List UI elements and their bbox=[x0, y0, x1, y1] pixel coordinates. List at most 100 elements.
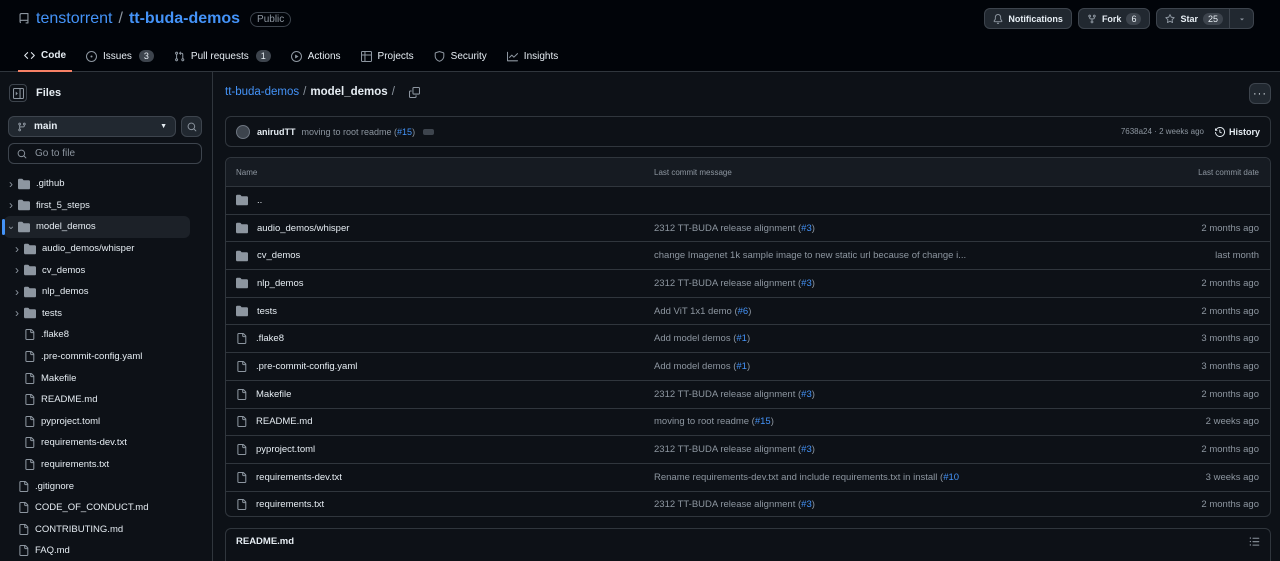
tab-insights-label: Insights bbox=[523, 50, 559, 62]
file-icon bbox=[236, 499, 247, 511]
tree-item[interactable]: .gitignore bbox=[4, 475, 190, 497]
tree-item[interactable]: requirements-dev.txt bbox=[4, 432, 190, 454]
commit-pr-link[interactable]: #3 bbox=[801, 223, 812, 234]
tab-code[interactable]: Code bbox=[18, 44, 72, 72]
file-icon bbox=[18, 502, 29, 514]
tab-security[interactable]: Security bbox=[428, 44, 493, 68]
folder-link[interactable]: cv_demos bbox=[236, 250, 300, 262]
folder-link[interactable]: nlp_demos bbox=[236, 277, 303, 289]
file-link[interactable]: Makefile bbox=[236, 388, 291, 400]
tree-item[interactable]: CONTRIBUTING.md bbox=[4, 519, 190, 541]
tab-projects[interactable]: Projects bbox=[355, 44, 420, 68]
tree-item[interactable]: .pre-commit-config.yaml bbox=[4, 346, 190, 368]
commit-message-link[interactable]: change Imagenet 1k sample image to new s… bbox=[654, 250, 966, 261]
chevron-right-icon[interactable]: › bbox=[10, 242, 24, 256]
commit-message-link[interactable]: Rename requirements-dev.txt and include … bbox=[654, 472, 959, 483]
file-link[interactable]: .pre-commit-config.yaml bbox=[236, 360, 357, 372]
repo-owner-link[interactable]: tenstorrent bbox=[36, 10, 112, 28]
tree-item[interactable]: › audio_demos/whisper bbox=[4, 238, 190, 260]
commit-message-link[interactable]: 2312 TT-BUDA release alignment (#3) bbox=[654, 389, 815, 400]
notifications-button[interactable]: Notifications bbox=[984, 8, 1072, 29]
commit-pr-link[interactable]: #3 bbox=[801, 389, 812, 400]
collapse-sidebar-button[interactable] bbox=[9, 84, 27, 102]
history-button[interactable]: History bbox=[1214, 127, 1260, 137]
tree-item[interactable]: › first_5_steps bbox=[4, 195, 190, 217]
commit-message-link[interactable]: 2312 TT-BUDA release alignment (#3) bbox=[654, 223, 815, 234]
file-icon bbox=[18, 480, 29, 492]
chevron-right-icon[interactable]: › bbox=[10, 263, 24, 277]
tab-actions-label: Actions bbox=[307, 50, 341, 62]
star-button[interactable]: Star 25 bbox=[1156, 8, 1230, 29]
tree-item[interactable]: › nlp_demos bbox=[4, 281, 190, 303]
commit-pr-link[interactable]: #1 bbox=[736, 333, 747, 344]
star-list-dropdown[interactable] bbox=[1230, 8, 1254, 29]
parent-directory[interactable]: .. bbox=[236, 194, 262, 206]
file-link[interactable]: pyproject.toml bbox=[236, 444, 315, 456]
branch-selector[interactable]: main ▼ bbox=[8, 116, 176, 137]
search-files-button[interactable] bbox=[181, 116, 202, 137]
tree-item[interactable]: ⌄ model_demos bbox=[2, 216, 190, 238]
tree-item[interactable]: Makefile bbox=[4, 367, 190, 389]
file-link[interactable]: .flake8 bbox=[236, 333, 284, 345]
commit-sha-time[interactable]: 7638a24 · 2 weeks ago bbox=[1121, 127, 1204, 136]
tab-issues[interactable]: Issues 3 bbox=[80, 44, 160, 68]
repo-name-link[interactable]: tt-buda-demos bbox=[129, 10, 240, 28]
commit-pr-link[interactable]: #10 bbox=[943, 472, 959, 483]
tree-item[interactable]: FAQ.md bbox=[4, 540, 190, 561]
commit-pr-link[interactable]: #3 bbox=[801, 444, 812, 455]
tree-item[interactable]: requirements.txt bbox=[4, 454, 190, 476]
readme-title[interactable]: README.md bbox=[236, 536, 294, 547]
file-link[interactable]: requirements-dev.txt bbox=[236, 471, 342, 483]
commit-message-link[interactable]: Add ViT 1x1 demo (#6) bbox=[654, 306, 751, 317]
chevron-right-icon[interactable]: › bbox=[10, 306, 24, 320]
commit-author[interactable]: anirudTT bbox=[257, 127, 296, 137]
commit-pr-link[interactable]: #15 bbox=[755, 416, 771, 427]
commit-message-link[interactable]: 2312 TT-BUDA release alignment (#3) bbox=[654, 278, 815, 289]
tree-item[interactable]: .flake8 bbox=[4, 324, 190, 346]
chevron-right-icon[interactable]: › bbox=[10, 285, 24, 299]
folder-icon bbox=[24, 286, 36, 298]
tab-insights[interactable]: Insights bbox=[501, 44, 564, 68]
tree-item[interactable]: › .github bbox=[4, 173, 190, 195]
copy-path-icon[interactable] bbox=[408, 86, 420, 98]
file-link[interactable]: requirements.txt bbox=[236, 499, 324, 511]
more-options-button[interactable]: ··· bbox=[1249, 83, 1271, 104]
commit-message-link[interactable]: Add model demos (#1) bbox=[654, 333, 750, 344]
chevron-right-icon[interactable]: › bbox=[4, 177, 18, 191]
parent-directory-row[interactable]: .. bbox=[226, 186, 1270, 214]
avatar[interactable] bbox=[236, 124, 250, 139]
commit-message-end: ) bbox=[811, 222, 815, 234]
commit-pr-link[interactable]: #6 bbox=[738, 306, 749, 317]
tree-item[interactable]: README.md bbox=[4, 389, 190, 411]
expand-commit-message-button[interactable] bbox=[423, 128, 435, 135]
files-title: Files bbox=[36, 87, 62, 99]
table-row: .flake8 Add model demos (#1) 3 months ago bbox=[226, 324, 1270, 352]
tree-item[interactable]: › tests bbox=[4, 303, 190, 325]
commit-pr-link[interactable]: #15 bbox=[397, 127, 412, 137]
commit-pr-link[interactable]: #1 bbox=[736, 361, 747, 372]
chevron-down-icon[interactable]: ⌄ bbox=[4, 221, 18, 232]
commit-message[interactable]: moving to root readme (#15) bbox=[302, 127, 416, 137]
tree-item[interactable]: CODE_OF_CONDUCT.md bbox=[4, 497, 190, 519]
commit-pr-link[interactable]: #3 bbox=[801, 499, 812, 510]
tree-item[interactable]: › cv_demos bbox=[4, 259, 190, 281]
folder-link[interactable]: tests bbox=[236, 305, 277, 317]
tab-actions[interactable]: Actions bbox=[285, 44, 347, 68]
commit-pr-link[interactable]: #3 bbox=[801, 278, 812, 289]
folder-link[interactable]: audio_demos/whisper bbox=[236, 222, 349, 234]
tab-pull-requests[interactable]: Pull requests 1 bbox=[168, 44, 277, 68]
list-unordered-icon[interactable] bbox=[1249, 536, 1260, 547]
commit-message-text: Add model demos ( bbox=[654, 360, 737, 372]
file-link[interactable]: README.md bbox=[236, 416, 312, 428]
commit-message-link[interactable]: Add model demos (#1) bbox=[654, 361, 750, 372]
chevron-right-icon[interactable]: › bbox=[4, 198, 18, 212]
branch-name: main bbox=[34, 121, 58, 132]
go-to-file-input[interactable]: Go to file bbox=[8, 143, 202, 164]
commit-message-link[interactable]: 2312 TT-BUDA release alignment (#3) bbox=[654, 444, 815, 455]
commit-message-link[interactable]: moving to root readme (#15) bbox=[654, 416, 774, 427]
commit-message-link[interactable]: 2312 TT-BUDA release alignment (#3) bbox=[654, 499, 815, 510]
breadcrumb-root-link[interactable]: tt-buda-demos bbox=[225, 86, 299, 98]
tree-item[interactable]: pyproject.toml bbox=[4, 411, 190, 433]
commit-date: 2 months ago bbox=[1201, 444, 1259, 456]
fork-button[interactable]: Fork 6 bbox=[1077, 8, 1151, 29]
